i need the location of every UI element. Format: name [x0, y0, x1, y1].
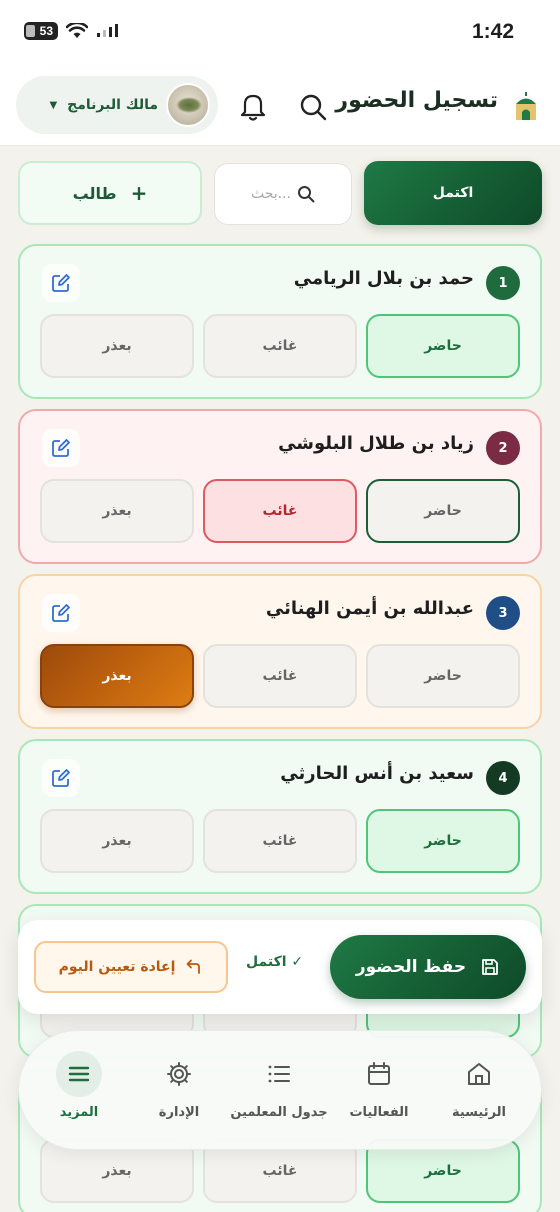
notifications-button[interactable]	[238, 90, 268, 122]
student-number-badge: 3	[486, 596, 520, 630]
search-placeholder: بحث...	[250, 186, 292, 202]
toolbar: اكتمل بحث... طالب +	[18, 161, 542, 225]
edit-icon	[52, 274, 70, 292]
attendance-options: حاضر غائب بعذر	[40, 314, 520, 380]
attendance-options: حاضر غائب بعذر	[40, 809, 520, 875]
attendance-action-bar: حفظ الحضور اكتمل ✓ إعادة تعيين اليوم	[18, 920, 542, 1014]
mosque-logo-icon	[512, 90, 540, 126]
reset-today-button[interactable]: إعادة تعيين اليوم	[34, 941, 228, 993]
status-icons: 53	[24, 22, 120, 40]
battery-icon: 53	[24, 22, 58, 40]
nav-label: الرئيسية	[451, 1105, 507, 1120]
user-menu[interactable]: ▼ مالك البرنامج	[16, 76, 218, 134]
bottom-navigation: الرئيسية الفعاليات جدول المعلمين الإدارة…	[18, 1030, 542, 1150]
search-icon	[298, 186, 315, 203]
absent-button[interactable]: غائب	[203, 809, 357, 873]
student-name: حمد بن بلال الريامي	[293, 268, 474, 289]
excused-button[interactable]: بعذر	[40, 644, 194, 708]
excused-button[interactable]: بعذر	[40, 479, 194, 543]
nav-item-more[interactable]: المزيد	[29, 1051, 129, 1124]
excused-button[interactable]: بعذر	[40, 809, 194, 873]
avatar	[166, 83, 210, 127]
student-name: سعيد بن أنس الحارثي	[280, 763, 474, 784]
edit-student-button[interactable]	[42, 264, 80, 302]
excused-button[interactable]: بعذر	[40, 314, 194, 378]
save-attendance-button[interactable]: حفظ الحضور	[330, 935, 526, 999]
add-student-label: طالب	[72, 183, 117, 203]
bell-icon	[240, 94, 266, 121]
status-time: 1:42	[471, 20, 514, 43]
present-button[interactable]: حاضر	[366, 809, 520, 873]
absent-button[interactable]: غائب	[203, 644, 357, 708]
search-button[interactable]	[298, 92, 328, 122]
absent-button[interactable]: غائب	[203, 314, 357, 378]
nav-item-home[interactable]: الرئيسية	[429, 1051, 529, 1124]
nav-label: الإدارة	[158, 1105, 200, 1120]
present-button[interactable]: حاضر	[366, 644, 520, 708]
student-name: عبدالله بن أيمن الهنائي	[265, 598, 474, 619]
edit-student-button[interactable]	[42, 429, 80, 467]
page-title: تسجيل الحضور	[335, 88, 498, 113]
student-number-badge: 4	[486, 761, 520, 795]
status-bar: 53 1:42	[0, 0, 560, 70]
student-search-input[interactable]: بحث...	[214, 163, 352, 225]
edit-icon	[52, 769, 70, 787]
reset-today-label: إعادة تعيين اليوم	[58, 959, 176, 975]
nav-item-events[interactable]: الفعاليات	[329, 1051, 429, 1124]
nav-label: المزيد	[59, 1105, 99, 1120]
list-icon	[256, 1051, 302, 1097]
save-attendance-label: حفظ الحضور	[355, 957, 467, 977]
wifi-icon	[66, 23, 88, 38]
gear-icon	[156, 1051, 202, 1097]
home-icon	[456, 1051, 502, 1097]
attendance-options: حاضر غائب بعذر	[40, 479, 520, 545]
save-icon	[482, 959, 499, 975]
calendar-icon	[356, 1051, 402, 1097]
student-name: زياد بن طلال البلوشي	[278, 433, 474, 454]
complete-button[interactable]: اكتمل	[364, 161, 542, 225]
menu-icon	[56, 1051, 102, 1097]
edit-student-button[interactable]	[42, 759, 80, 797]
student-card: 4 سعيد بن أنس الحارثي حاضر غائب بعذر	[18, 739, 542, 894]
app-header: تسجيل الحضور ▼ مالك البرنامج	[0, 70, 560, 146]
student-card: 2 زياد بن طلال البلوشي حاضر غائب بعذر	[18, 409, 542, 564]
student-card: 1 حمد بن بلال الريامي حاضر غائب بعذر	[18, 244, 542, 399]
edit-icon	[52, 439, 70, 457]
absent-button[interactable]: غائب	[203, 479, 357, 543]
signal-icon	[97, 24, 118, 37]
undo-icon	[187, 959, 201, 974]
search-icon	[300, 94, 327, 121]
add-student-button[interactable]: طالب +	[18, 161, 202, 225]
attendance-options: حاضر غائب بعذر	[40, 644, 520, 710]
present-button[interactable]: حاضر	[366, 479, 520, 543]
chevron-down-icon: ▼	[49, 99, 58, 111]
nav-label: الفعاليات	[349, 1105, 409, 1120]
edit-student-button[interactable]	[42, 594, 80, 632]
plus-icon: +	[130, 181, 148, 205]
present-button[interactable]: حاضر	[366, 314, 520, 378]
student-number-badge: 1	[486, 266, 520, 300]
nav-item-admin[interactable]: الإدارة	[129, 1051, 229, 1124]
user-name: مالك البرنامج	[67, 97, 158, 113]
nav-item-teachers-schedule[interactable]: جدول المعلمين	[229, 1051, 329, 1124]
edit-icon	[52, 604, 70, 622]
nav-label: جدول المعلمين	[230, 1105, 328, 1120]
student-number-badge: 2	[486, 431, 520, 465]
student-card: 3 عبدالله بن أيمن الهنائي حاضر غائب بعذر	[18, 574, 542, 729]
completed-indicator: اكتمل ✓	[246, 954, 304, 970]
